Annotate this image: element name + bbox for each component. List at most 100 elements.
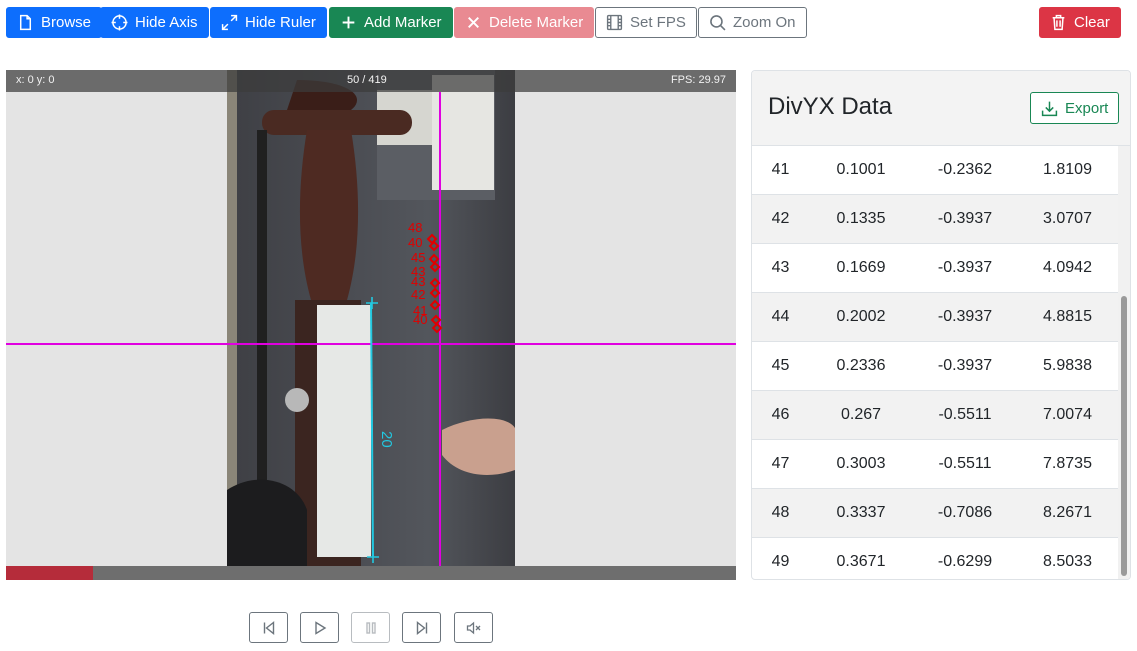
browse-label: Browse <box>41 14 92 31</box>
table-cell: 0.1335 <box>836 210 886 227</box>
table-cell: -0.3937 <box>937 210 993 227</box>
table-cell: -0.3937 <box>937 259 993 276</box>
pause-button[interactable] <box>351 612 390 643</box>
data-table-scrollbar[interactable] <box>1118 146 1130 579</box>
marker-labels: 48 40 45 43 43 42 41 40 <box>408 220 427 327</box>
ruler-line[interactable] <box>370 302 374 558</box>
table-cell: -0.2362 <box>937 161 993 178</box>
table-row[interactable]: 44 0.2002 -0.3937 4.8815 <box>752 293 1118 342</box>
hide-axis-label: Hide Axis <box>135 14 198 31</box>
table-row[interactable]: 42 0.1335 -0.3937 3.0707 <box>752 195 1118 244</box>
table-cell: 7.0074 <box>1043 406 1092 423</box>
table-cell: 7.8735 <box>1043 455 1092 472</box>
marker-point[interactable] <box>429 277 441 289</box>
table-row[interactable]: 47 0.3003 -0.5511 7.8735 <box>752 440 1118 489</box>
video-canvas[interactable]: 20 48 40 45 43 43 42 41 40 x: 0 y: 0 50 … <box>6 70 736 580</box>
table-cell: 41 <box>771 161 790 178</box>
ruler-start-handle[interactable] <box>366 297 378 309</box>
marker-point[interactable] <box>429 261 441 273</box>
table-cell: 0.3671 <box>836 553 886 570</box>
film-icon <box>606 14 623 31</box>
export-label: Export <box>1065 99 1109 117</box>
table-cell: 42 <box>771 210 790 227</box>
add-marker-label: Add Marker <box>364 14 442 31</box>
table-cell: 8.2671 <box>1043 504 1092 521</box>
ruler-length-label: 20 <box>378 431 395 448</box>
table-cell: 49 <box>771 553 790 570</box>
table-cell: -0.3937 <box>937 308 993 325</box>
video-info-bar: x: 0 y: 0 50 / 419 FPS: 29.97 <box>6 70 736 92</box>
set-fps-button[interactable]: Set FPS <box>595 7 697 38</box>
table-cell: 44 <box>771 308 790 325</box>
annotation-overlay: 20 48 40 45 43 43 42 41 40 <box>6 92 736 580</box>
crosshair-icon <box>111 14 128 31</box>
plus-icon <box>342 16 355 29</box>
table-cell: 43 <box>771 259 790 276</box>
marker-label: 45 <box>411 250 425 265</box>
table-row[interactable]: 45 0.2336 -0.3937 5.9838 <box>752 342 1118 391</box>
table-cell: 46 <box>771 406 790 423</box>
delete-marker-label: Delete Marker <box>489 14 584 31</box>
table-cell: 45 <box>771 357 790 374</box>
clear-button[interactable]: Clear <box>1039 7 1121 38</box>
hide-ruler-label: Hide Ruler <box>245 14 316 31</box>
table-row[interactable]: 41 0.1001 -0.2362 1.8109 <box>752 146 1118 195</box>
table-row[interactable]: 48 0.3337 -0.7086 8.2671 <box>752 489 1118 538</box>
hide-ruler-button[interactable]: Hide Ruler <box>210 7 327 38</box>
marker-label: 48 <box>408 220 422 235</box>
mute-icon <box>466 621 480 634</box>
video-progress-bar[interactable] <box>6 566 736 580</box>
trash-icon <box>1052 14 1065 31</box>
table-cell: -0.6299 <box>937 553 993 570</box>
scrollbar-thumb[interactable] <box>1121 296 1127 576</box>
play-button[interactable] <box>300 612 339 643</box>
skip-forward-icon <box>416 620 427 635</box>
marker-label: 40 <box>408 235 422 250</box>
search-icon <box>710 15 726 31</box>
cursor-coordinates: x: 0 y: 0 <box>16 74 55 86</box>
download-icon <box>1041 101 1058 116</box>
marker-point[interactable] <box>429 299 441 311</box>
fps-readout: FPS: 29.97 <box>670 74 726 86</box>
marker-point[interactable] <box>430 314 442 326</box>
data-panel-title: DivYX Data <box>768 93 893 120</box>
data-table: 41 0.1001 -0.2362 1.8109 42 0.1335 -0.3937 3.07… <box>752 146 1118 579</box>
marker-label: 40 <box>413 312 427 327</box>
skip-back-icon <box>263 620 274 635</box>
skip-forward-button[interactable] <box>402 612 441 643</box>
pause-icon <box>365 621 376 634</box>
table-cell: 0.267 <box>840 406 882 423</box>
video-progress-fill <box>6 566 93 580</box>
table-cell: 0.2336 <box>836 357 886 374</box>
skip-back-button[interactable] <box>249 612 288 643</box>
table-cell: 8.5033 <box>1043 553 1092 570</box>
mute-button[interactable] <box>454 612 493 643</box>
table-row[interactable]: 46 0.267 -0.5511 7.0074 <box>752 391 1118 440</box>
export-button[interactable]: Export <box>1030 92 1120 124</box>
hide-axis-button[interactable]: Hide Axis <box>100 7 209 38</box>
toolbar: Browse Hide Axis Hide Ruler Add Marker D… <box>0 0 1137 46</box>
browse-button[interactable]: Browse <box>6 7 103 38</box>
table-cell: 0.2002 <box>836 308 886 325</box>
set-fps-label: Set FPS <box>630 14 686 31</box>
table-cell: 48 <box>771 504 790 521</box>
add-marker-button[interactable]: Add Marker <box>329 7 453 38</box>
marker-point[interactable] <box>429 287 441 299</box>
table-row[interactable]: 43 0.1669 -0.3937 4.0942 <box>752 244 1118 293</box>
zoom-on-label: Zoom On <box>733 14 796 31</box>
table-cell: 0.1001 <box>836 161 886 178</box>
data-panel: DivYX Data Export 41 0.1001 -0.2362 1.8109 4… <box>751 70 1131 580</box>
marker-point[interactable] <box>428 253 440 265</box>
delete-marker-button[interactable]: Delete Marker <box>454 7 595 38</box>
zoom-on-button[interactable]: Zoom On <box>698 7 807 38</box>
table-cell: -0.5511 <box>938 455 992 472</box>
table-cell: -0.7086 <box>937 504 993 521</box>
play-icon <box>314 620 326 635</box>
marker-label: 42 <box>411 287 425 302</box>
table-cell: 47 <box>771 455 790 472</box>
ruler-end-handle[interactable] <box>367 551 379 563</box>
table-cell: 4.8815 <box>1043 308 1092 325</box>
table-cell: -0.3937 <box>937 357 993 374</box>
table-row[interactable]: 49 0.3671 -0.6299 8.5033 <box>752 538 1118 579</box>
frame-counter: 50 / 419 <box>347 74 387 86</box>
